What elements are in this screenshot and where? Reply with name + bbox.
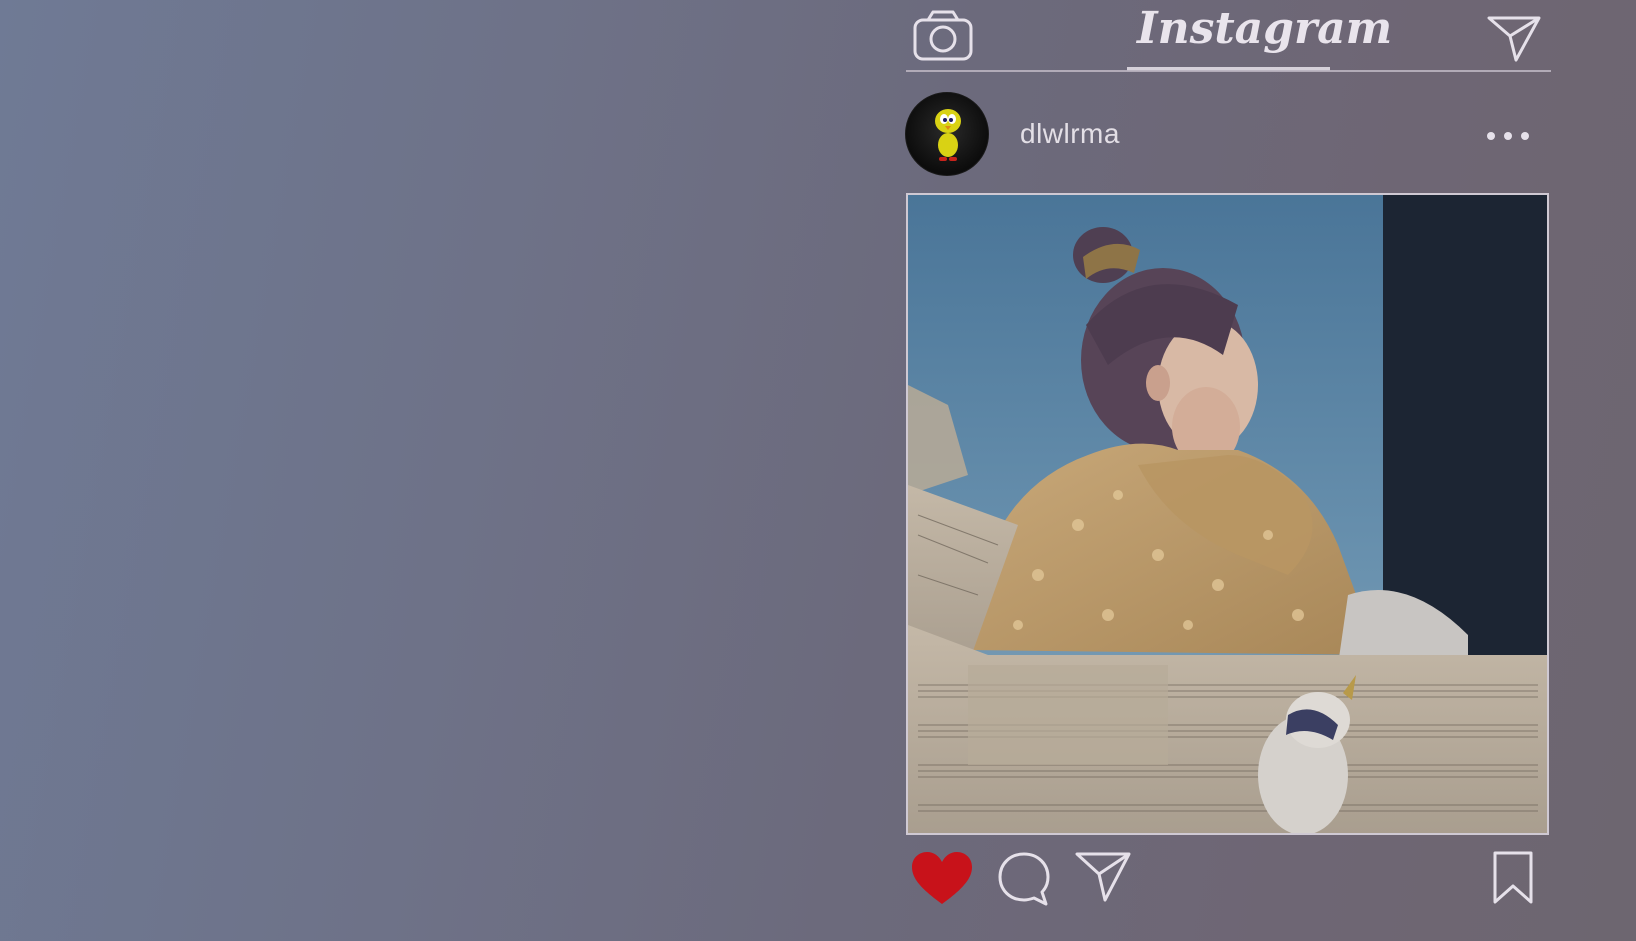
heart-icon[interactable] (910, 850, 974, 908)
share-paper-plane-icon[interactable] (1074, 850, 1132, 904)
more-dots-icon[interactable] (1484, 124, 1532, 148)
avatar[interactable] (905, 92, 989, 176)
bookmark-icon[interactable] (1491, 850, 1535, 906)
tweety-bird-avatar (935, 109, 961, 161)
camera-icon[interactable] (912, 8, 974, 62)
post-username[interactable]: dlwlrma (1020, 118, 1120, 150)
comment-icon[interactable] (996, 850, 1052, 908)
post-photo-illustration (908, 195, 1547, 833)
post-photo[interactable] (906, 193, 1549, 835)
header-divider (906, 70, 1551, 72)
paper-plane-icon[interactable] (1486, 14, 1542, 64)
brand-logo: Instagram (1137, 3, 1393, 54)
